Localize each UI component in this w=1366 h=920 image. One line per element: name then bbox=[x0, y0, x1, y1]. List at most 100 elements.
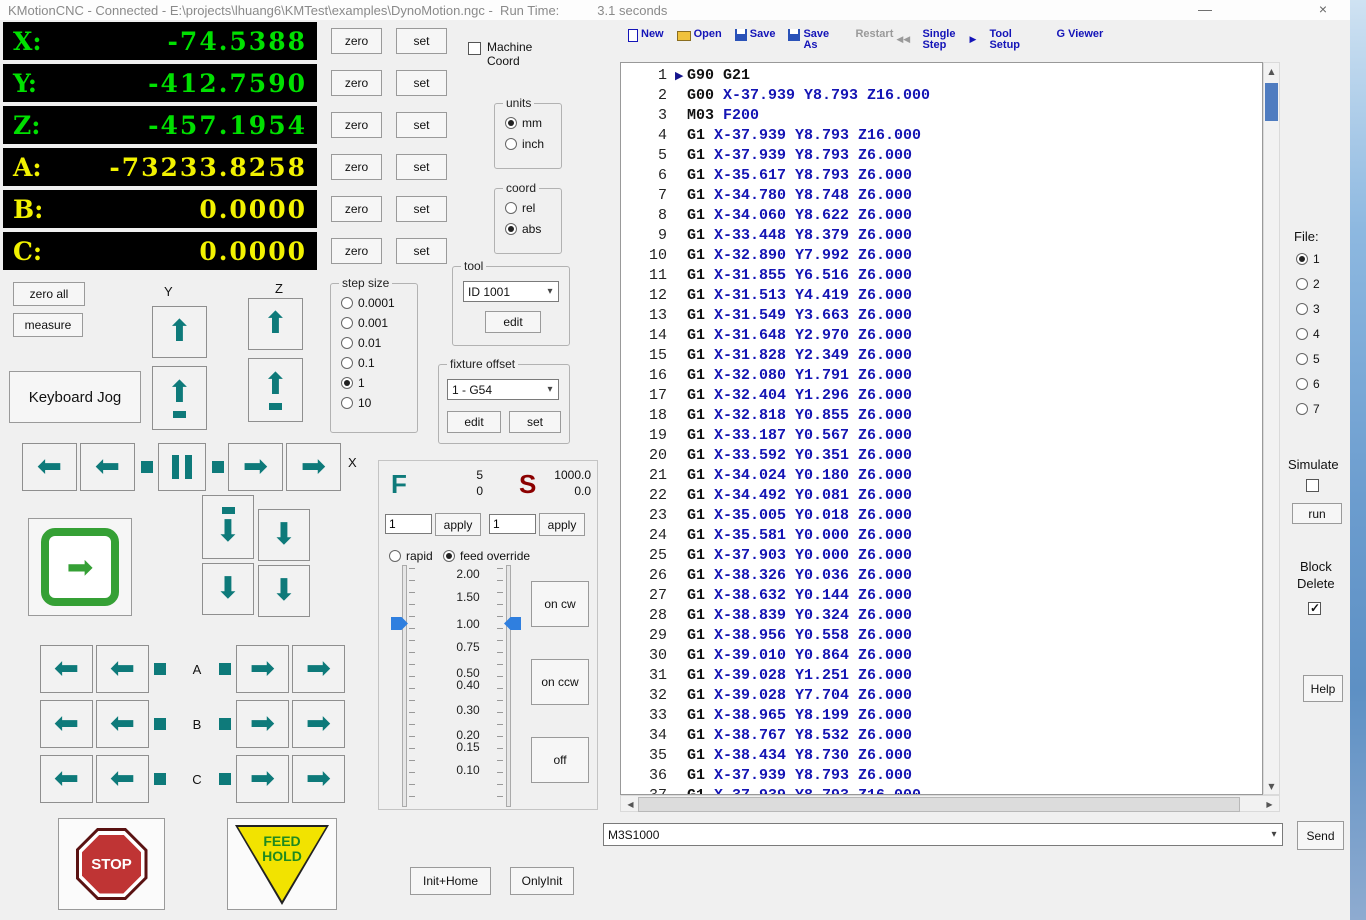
units-option-mm[interactable]: mm bbox=[505, 116, 553, 130]
jog-z-plus-button[interactable]: ⬆ bbox=[248, 298, 303, 350]
toolbar-tool-setup[interactable]: Tool Setup bbox=[989, 29, 1043, 51]
zero-axis-button[interactable]: zero bbox=[331, 196, 382, 222]
toolbar-new[interactable]: New bbox=[628, 29, 664, 42]
file-option-6[interactable]: 6 bbox=[1296, 377, 1320, 391]
jog-z-minus-step-button[interactable]: ⬇ bbox=[258, 509, 310, 561]
machine-coord-checkbox[interactable]: Machine Coord bbox=[468, 40, 552, 68]
set-axis-button[interactable]: set bbox=[396, 28, 447, 54]
only-init-button[interactable]: OnlyInit bbox=[510, 867, 574, 895]
toolbar-restart[interactable]: Restart ◀◀ bbox=[855, 29, 910, 46]
jog-x-minus-button[interactable]: ⬅ bbox=[80, 443, 135, 491]
spindle-override-slider[interactable] bbox=[495, 565, 521, 807]
step-size-option-1[interactable]: 1 bbox=[341, 376, 409, 390]
scroll-up-icon[interactable]: ▲ bbox=[1264, 63, 1279, 79]
jog-x-plus-fast-button[interactable]: ➡ bbox=[286, 443, 341, 491]
zero-axis-button[interactable]: zero bbox=[331, 238, 382, 264]
jog-b-plus-fast-button[interactable]: ➡ bbox=[292, 700, 345, 748]
toolbar-g-viewer[interactable]: G Viewer bbox=[1056, 29, 1103, 40]
zero-axis-button[interactable]: zero bbox=[331, 28, 382, 54]
file-option-3[interactable]: 3 bbox=[1296, 302, 1320, 316]
stop-button[interactable]: STOP bbox=[58, 818, 165, 910]
spindle-on-cw-button[interactable]: on cw bbox=[531, 581, 589, 627]
step-size-option-0.001[interactable]: 0.001 bbox=[341, 316, 409, 330]
jog-a-plus-fast-button[interactable]: ➡ bbox=[292, 645, 345, 693]
vertical-scroll-thumb[interactable] bbox=[1265, 83, 1278, 121]
tool-select[interactable]: ID 1001 ▾ bbox=[463, 281, 559, 302]
init-home-button[interactable]: Init+Home bbox=[410, 867, 491, 895]
jog-y-minus-button[interactable]: ⬇ bbox=[202, 563, 254, 615]
step-size-option-0.01[interactable]: 0.01 bbox=[341, 336, 409, 350]
set-axis-button[interactable]: set bbox=[396, 196, 447, 222]
jog-a-plus-button[interactable]: ➡ bbox=[236, 645, 289, 693]
file-option-7[interactable]: 7 bbox=[1296, 402, 1320, 416]
mdi-command-combobox[interactable]: M3S1000 ▾ bbox=[603, 823, 1283, 846]
toolbar-open[interactable]: Open bbox=[676, 29, 722, 41]
run-button[interactable]: run bbox=[1292, 503, 1342, 524]
step-size-option-0.0001[interactable]: 0.0001 bbox=[341, 296, 409, 310]
jog-y-plus-step-button[interactable]: ⬆ bbox=[152, 366, 207, 430]
step-size-option-0.1[interactable]: 0.1 bbox=[341, 356, 409, 370]
go-button[interactable]: ➡ bbox=[28, 518, 132, 616]
spindle-on-ccw-button[interactable]: on ccw bbox=[531, 659, 589, 705]
coord-option-rel[interactable]: rel bbox=[505, 201, 553, 215]
gcode-params: X-38.767 Y8.532 Z6.000 bbox=[705, 726, 913, 744]
jog-c-minus-fast-button[interactable]: ⬅ bbox=[40, 755, 93, 803]
jog-b-minus-fast-button[interactable]: ⬅ bbox=[40, 700, 93, 748]
jog-c-plus-button[interactable]: ➡ bbox=[236, 755, 289, 803]
spindle-off-button[interactable]: off bbox=[531, 737, 589, 783]
help-button[interactable]: Help bbox=[1303, 675, 1343, 702]
zero-axis-button[interactable]: zero bbox=[331, 70, 382, 96]
jog-z-plus-step-button[interactable]: ⬆ bbox=[248, 358, 303, 422]
toolbar-save-as[interactable]: Save As bbox=[788, 29, 842, 51]
jog-c-plus-fast-button[interactable]: ➡ bbox=[292, 755, 345, 803]
jog-y-plus-button[interactable]: ⬆ bbox=[152, 306, 207, 358]
jog-x-minus-fast-button[interactable]: ⬅ bbox=[22, 443, 77, 491]
jog-b-minus-button[interactable]: ⬅ bbox=[96, 700, 149, 748]
toolbar-single-step[interactable]: Single Step ▶ bbox=[922, 29, 976, 51]
toolbar-save[interactable]: Save bbox=[734, 29, 775, 41]
jog-x-plus-button[interactable]: ➡ bbox=[228, 443, 283, 491]
spindle-apply-button[interactable]: apply bbox=[539, 513, 585, 536]
units-option-inch[interactable]: inch bbox=[505, 137, 553, 151]
simulate-checkbox[interactable] bbox=[1306, 479, 1319, 492]
file-option-1[interactable]: 1 bbox=[1296, 252, 1320, 266]
set-axis-button[interactable]: set bbox=[396, 70, 447, 96]
keyboard-jog-button[interactable]: Keyboard Jog bbox=[9, 371, 141, 423]
close-button[interactable]: × bbox=[1310, 1, 1336, 17]
minimize-button[interactable]: — bbox=[1192, 1, 1218, 17]
editor-vertical-scrollbar[interactable]: ▲ ▼ bbox=[1263, 62, 1280, 795]
coord-option-abs[interactable]: abs bbox=[505, 222, 553, 236]
fixture-edit-button[interactable]: edit bbox=[447, 411, 501, 433]
jog-pause-button[interactable] bbox=[158, 443, 206, 491]
jog-a-minus-button[interactable]: ⬅ bbox=[96, 645, 149, 693]
file-option-4[interactable]: 4 bbox=[1296, 327, 1320, 341]
scroll-left-icon[interactable]: ◀ bbox=[623, 796, 638, 812]
fixture-set-button[interactable]: set bbox=[509, 411, 561, 433]
jog-z-minus-button[interactable]: ⬇ bbox=[258, 565, 310, 617]
set-axis-button[interactable]: set bbox=[396, 238, 447, 264]
fixture-offset-select[interactable]: 1 - G54 ▾ bbox=[447, 379, 559, 400]
send-button[interactable]: Send bbox=[1297, 821, 1344, 850]
horizontal-scroll-thumb[interactable] bbox=[638, 797, 1240, 812]
set-axis-button[interactable]: set bbox=[396, 154, 447, 180]
step-size-option-10[interactable]: 10 bbox=[341, 396, 409, 410]
measure-button[interactable]: measure bbox=[13, 313, 83, 337]
jog-y-minus-step-button[interactable]: ⬇ bbox=[202, 495, 254, 559]
feed-hold-button[interactable]: FEED HOLD bbox=[227, 818, 337, 910]
editor-horizontal-scrollbar[interactable]: ◀ ▶ bbox=[620, 795, 1280, 812]
file-option-2[interactable]: 2 bbox=[1296, 277, 1320, 291]
zero-all-button[interactable]: zero all bbox=[13, 282, 85, 306]
jog-a-minus-fast-button[interactable]: ⬅ bbox=[40, 645, 93, 693]
gcode-editor[interactable]: 1 ▶ G90 G21 2 G00 X-37.939 Y8.793 Z16.000 3 M0… bbox=[620, 62, 1263, 795]
tool-edit-button[interactable]: edit bbox=[485, 311, 541, 333]
set-axis-button[interactable]: set bbox=[396, 112, 447, 138]
file-option-5[interactable]: 5 bbox=[1296, 352, 1320, 366]
scroll-right-icon[interactable]: ▶ bbox=[1262, 796, 1277, 812]
scroll-down-icon[interactable]: ▼ bbox=[1264, 778, 1279, 794]
zero-axis-button[interactable]: zero bbox=[331, 154, 382, 180]
block-delete-checkbox[interactable] bbox=[1308, 601, 1321, 615]
jog-b-plus-button[interactable]: ➡ bbox=[236, 700, 289, 748]
feed-override-slider[interactable] bbox=[391, 565, 417, 807]
jog-c-minus-button[interactable]: ⬅ bbox=[96, 755, 149, 803]
zero-axis-button[interactable]: zero bbox=[331, 112, 382, 138]
